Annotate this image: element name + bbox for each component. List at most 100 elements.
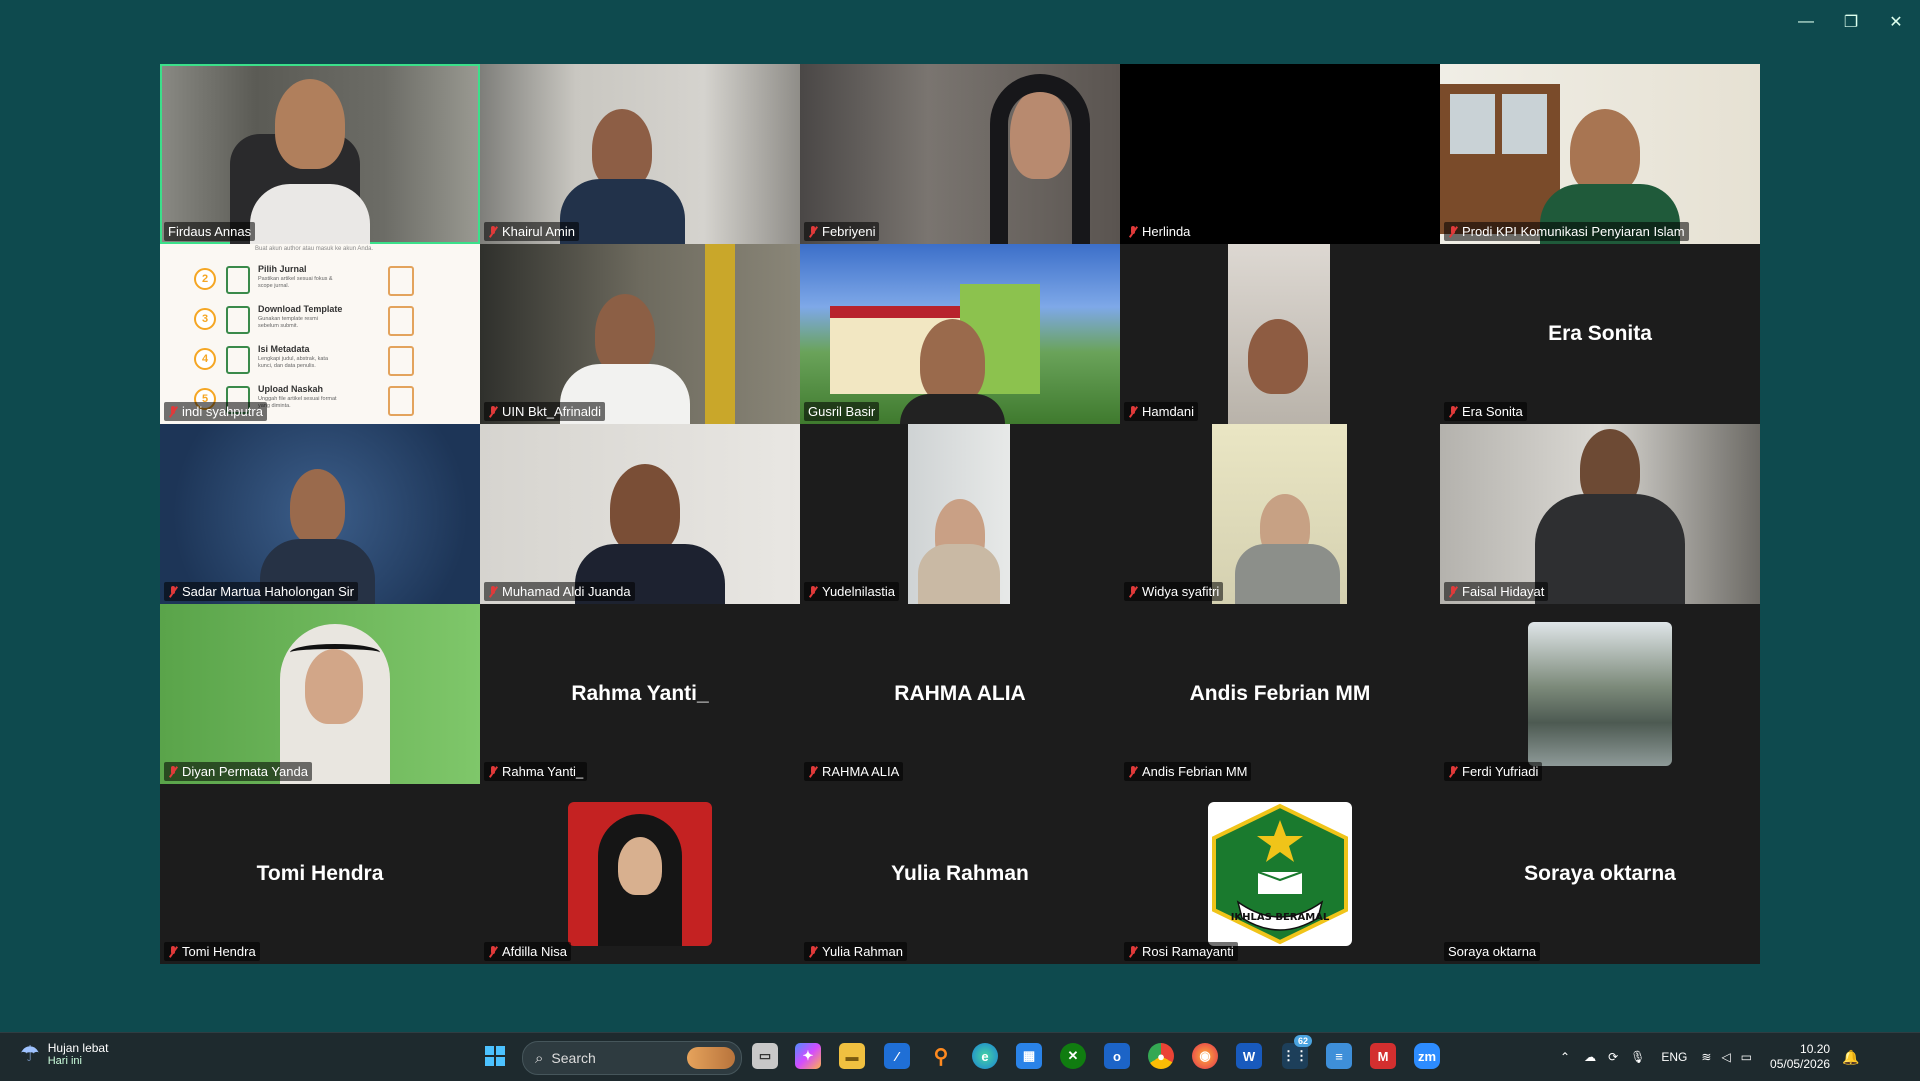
participant-tile[interactable]: Buat akun author atau masuk ke akun Anda… bbox=[160, 244, 480, 424]
participant-name-label: Khairul Amin bbox=[484, 222, 579, 241]
profile-photo bbox=[1528, 622, 1672, 766]
participant-shirt bbox=[918, 544, 1000, 604]
xbox-icon[interactable]: ✕ bbox=[1060, 1043, 1086, 1069]
participant-tile[interactable]: Diyan Permata Yanda bbox=[160, 604, 480, 784]
wifi-icon[interactable]: ≋ bbox=[1701, 1050, 1711, 1064]
participant-name: Prodi KPI Komunikasi Penyiaran Islam bbox=[1462, 224, 1685, 239]
search-app-icon[interactable]: ⚲ bbox=[928, 1043, 954, 1069]
sync-icon[interactable]: ⟳ bbox=[1608, 1050, 1618, 1064]
restore-button[interactable]: ❐ bbox=[1837, 8, 1865, 36]
grid-app-icon[interactable]: ⋮⋮ 62 bbox=[1282, 1035, 1312, 1069]
language-indicator[interactable]: ENG bbox=[1661, 1050, 1687, 1064]
participant-name-label: Andis Febrian MM bbox=[1124, 762, 1252, 781]
windows-start-icon[interactable] bbox=[482, 1043, 508, 1069]
clock[interactable]: 10.20 05/05/2026 bbox=[1770, 1042, 1830, 1072]
file-explorer-icon[interactable]: ▬ bbox=[839, 1043, 865, 1069]
screen-share-step: 2 Pilih Jurnal Pastikan artikel sesuai fok… bbox=[160, 264, 480, 302]
participant-name: Muhamad Aldi Juanda bbox=[502, 584, 631, 599]
participant-name: Rosi Ramayanti bbox=[1142, 944, 1234, 959]
participant-tile[interactable]: Firdaus Annas bbox=[160, 64, 480, 244]
participant-tile[interactable]: Febriyeni bbox=[800, 64, 1120, 244]
step-description: Unggah file artikel sesuai format yang d… bbox=[258, 396, 337, 409]
participant-tile[interactable]: RAHMA ALIA RAHMA ALIA bbox=[800, 604, 1120, 784]
zoom-icon[interactable]: zm bbox=[1414, 1043, 1440, 1069]
step-document-icon bbox=[226, 306, 250, 334]
clock-date: 05/05/2026 bbox=[1770, 1057, 1831, 1071]
participant-tile[interactable]: Era Sonita Era Sonita bbox=[1440, 244, 1760, 424]
chrome-icon[interactable]: ● bbox=[1148, 1043, 1174, 1069]
participant-tile[interactable]: Gusril Basir bbox=[800, 244, 1120, 424]
participant-name-label: Febriyeni bbox=[804, 222, 880, 241]
participant-name: Gusril Basir bbox=[808, 404, 876, 419]
red-app-icon[interactable]: M bbox=[1370, 1043, 1396, 1069]
step-illustration-icon bbox=[388, 266, 414, 296]
headset-icon bbox=[290, 644, 380, 661]
minimize-button[interactable]: — bbox=[1792, 8, 1820, 36]
muted-mic-icon bbox=[488, 405, 498, 418]
participant-tile[interactable]: IKHLAS BERAMAL Rosi Ramayanti bbox=[1120, 784, 1440, 964]
participant-tile[interactable]: Afdilla Nisa bbox=[480, 784, 800, 964]
participant-name-label: Yulia Rahman bbox=[804, 942, 907, 961]
microsoft-store-icon[interactable]: ▦ bbox=[1016, 1043, 1042, 1069]
participant-name-label: Era Sonita bbox=[1444, 402, 1527, 421]
participant-tile[interactable]: Andis Febrian MM Andis Febrian MM bbox=[1120, 604, 1440, 784]
participant-tile[interactable]: Khairul Amin bbox=[480, 64, 800, 244]
participant-tile[interactable]: Yulia Rahman Yulia Rahman bbox=[800, 784, 1120, 964]
step-title: Pilih Jurnal bbox=[258, 264, 307, 274]
participant-name-label: Herlinda bbox=[1124, 222, 1195, 241]
search-highlight-icon bbox=[687, 1047, 735, 1069]
participant-name: Yudelnilastia bbox=[822, 584, 895, 599]
taskbar-search-box[interactable]: ⌕ Search bbox=[522, 1041, 742, 1075]
participant-tile[interactable]: Prodi KPI Komunikasi Penyiaran Islam bbox=[1440, 64, 1760, 244]
participant-tile[interactable]: UIN Bkt_Afrinaldi bbox=[480, 244, 800, 424]
ministry-logo-icon: IKHLAS BERAMAL bbox=[1212, 803, 1348, 945]
participant-name: Faisal Hidayat bbox=[1462, 584, 1545, 599]
participant-tile[interactable]: Faisal Hidayat bbox=[1440, 424, 1760, 604]
close-button[interactable]: ✕ bbox=[1882, 8, 1910, 36]
muted-mic-icon bbox=[1448, 765, 1458, 778]
participant-name-label: Diyan Permata Yanda bbox=[164, 762, 312, 781]
participant-name-label: UIN Bkt_Afrinaldi bbox=[484, 402, 605, 421]
participant-tile[interactable]: Yudelnilastia bbox=[800, 424, 1120, 604]
participant-tile[interactable]: Herlinda bbox=[1120, 64, 1440, 244]
battery-icon[interactable]: ▭ bbox=[1741, 1050, 1752, 1064]
step-description: Pastikan artikel sesuai fokus & scope ju… bbox=[258, 276, 333, 289]
participant-display-name: RAHMA ALIA bbox=[894, 682, 1026, 705]
notification-bell-icon[interactable]: 🔔 bbox=[1842, 1049, 1859, 1066]
muted-mic-icon bbox=[808, 945, 818, 958]
muted-mic-icon bbox=[1128, 225, 1138, 238]
participant-tile[interactable]: Hamdani bbox=[1120, 244, 1440, 424]
volume-icon[interactable]: ◁ bbox=[1721, 1050, 1730, 1064]
participant-tile[interactable]: Soraya oktarna Soraya oktarna bbox=[1440, 784, 1760, 964]
participant-name: Sadar Martua Haholongan Sir bbox=[182, 584, 354, 599]
participant-tile[interactable]: Sadar Martua Haholongan Sir bbox=[160, 424, 480, 604]
profile-photo: IKHLAS BERAMAL bbox=[1208, 802, 1352, 946]
onedrive-icon[interactable]: ☁ bbox=[1584, 1050, 1596, 1064]
participant-face bbox=[592, 109, 652, 189]
participant-name: Afdilla Nisa bbox=[502, 944, 568, 959]
participant-name: Era Sonita bbox=[1462, 404, 1523, 419]
participant-tile[interactable]: Muhamad Aldi Juanda bbox=[480, 424, 800, 604]
step-title: Upload Naskah bbox=[258, 384, 324, 394]
participant-tile[interactable]: Rahma Yanti_ Rahma Yanti_ bbox=[480, 604, 800, 784]
participant-name: Diyan Permata Yanda bbox=[182, 764, 308, 779]
edge-browser-icon[interactable]: e bbox=[972, 1043, 998, 1069]
participant-name: Hamdani bbox=[1142, 404, 1195, 419]
chevron-up-icon[interactable]: ⌃ bbox=[1560, 1050, 1570, 1064]
participant-name-label: Tomi Hendra bbox=[164, 942, 260, 961]
outlook-icon[interactable]: o bbox=[1104, 1043, 1130, 1069]
mic-tray-icon[interactable]: 🎙 bbox=[1630, 1050, 1645, 1064]
app-icon[interactable]: ⁄ bbox=[884, 1043, 910, 1069]
participant-tile[interactable]: Tomi Hendra Tomi Hendra bbox=[160, 784, 480, 964]
participant-tile[interactable]: Ferdi Yufriadi bbox=[1440, 604, 1760, 784]
notification-badge: 62 bbox=[1293, 1035, 1312, 1047]
weather-widget[interactable]: ☂ Hujan lebat Hari ini bbox=[20, 1041, 108, 1067]
task-view-icon[interactable]: ▭ bbox=[752, 1043, 778, 1069]
participant-tile[interactable]: Widya syafitri bbox=[1120, 424, 1440, 604]
weather-title: Hujan lebat bbox=[47, 1041, 109, 1055]
firefox-icon[interactable]: ◉ bbox=[1192, 1043, 1218, 1069]
word-icon[interactable]: W bbox=[1236, 1043, 1262, 1069]
notepad-icon[interactable]: ≡ bbox=[1326, 1043, 1352, 1069]
participant-display-name: Andis Febrian MM bbox=[1189, 682, 1371, 705]
copilot-icon[interactable]: ✦ bbox=[795, 1043, 821, 1069]
